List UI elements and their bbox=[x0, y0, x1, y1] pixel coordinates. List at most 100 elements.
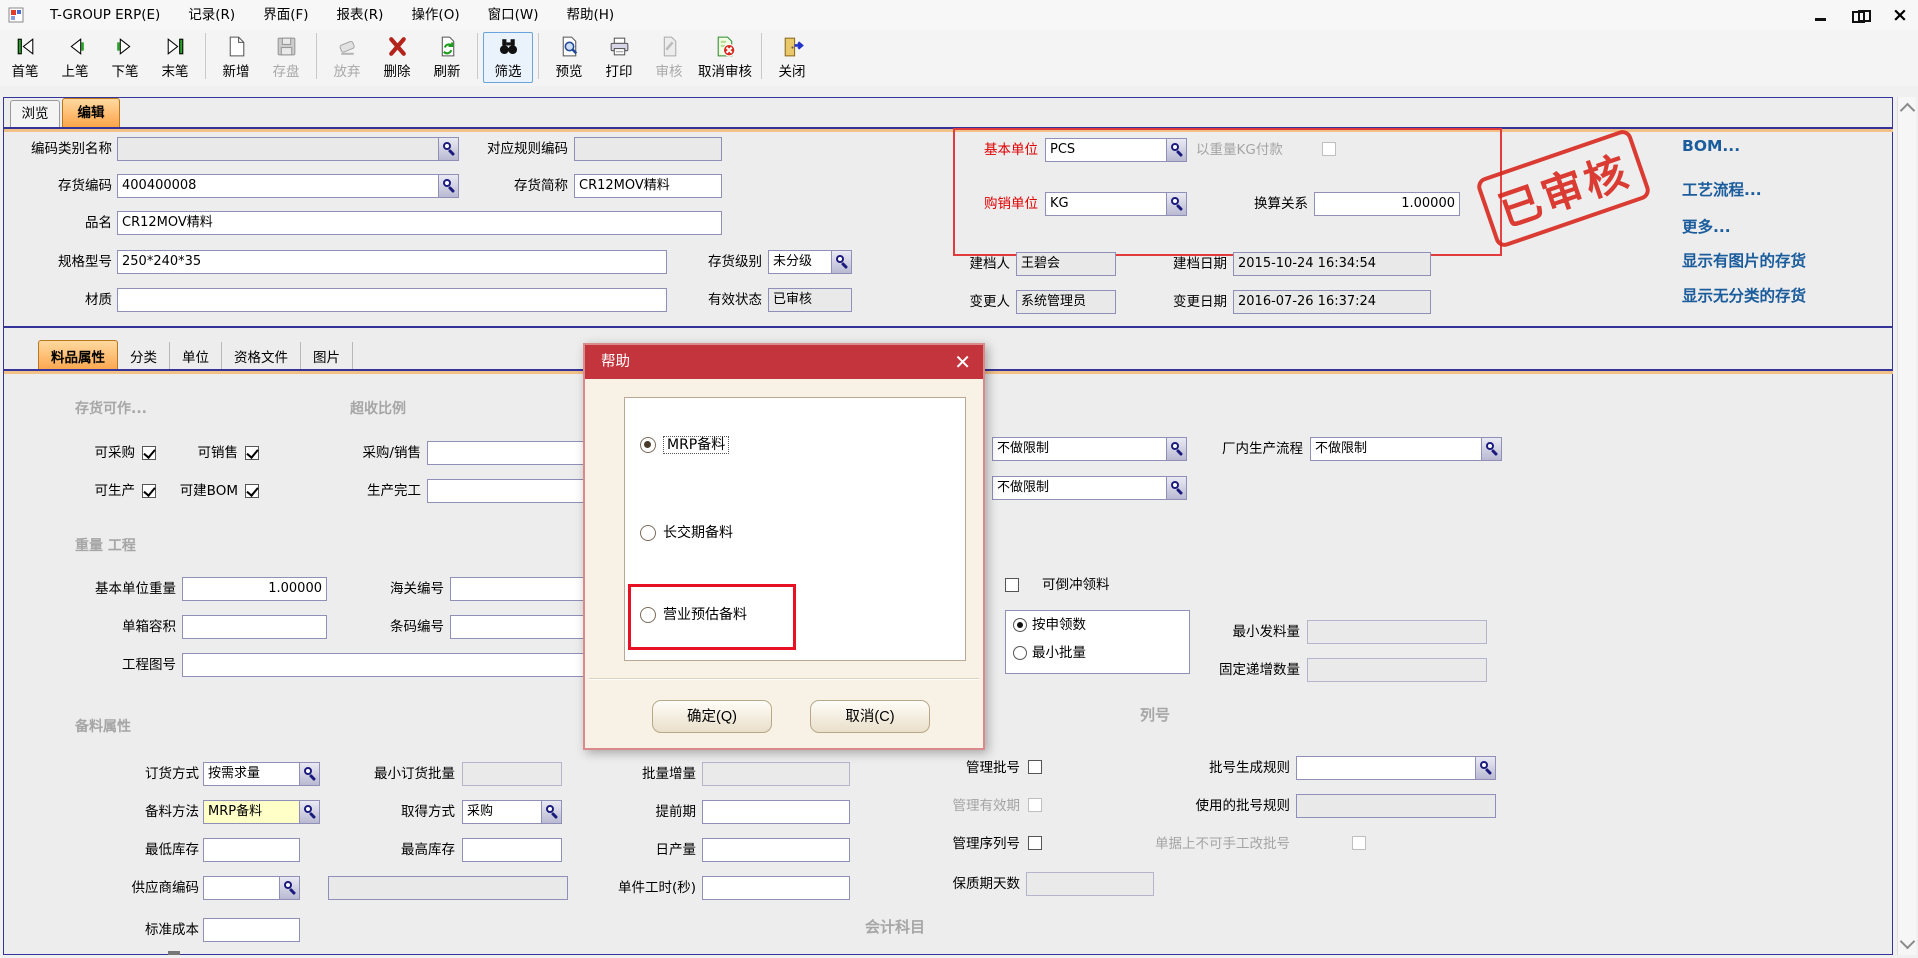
lookup-icon[interactable] bbox=[300, 800, 320, 824]
sellable-checkbox[interactable] bbox=[245, 446, 259, 460]
lookup-icon[interactable] bbox=[1167, 138, 1187, 162]
unit-hours-field[interactable] bbox=[702, 876, 850, 900]
spec-field[interactable]: 250*240*35 bbox=[117, 250, 667, 274]
inventory-level-field[interactable]: 未分级 bbox=[768, 250, 832, 274]
max-stock-field[interactable] bbox=[462, 838, 562, 862]
close-form-button[interactable]: 关闭 bbox=[767, 32, 817, 83]
link-process-flow[interactable]: 工艺流程... bbox=[1682, 178, 1762, 200]
stock-method-field[interactable]: MRP备料 bbox=[203, 800, 300, 824]
menu-window[interactable]: 窗口(W) bbox=[474, 0, 553, 30]
scroll-up-icon[interactable] bbox=[1900, 103, 1916, 119]
inventory-short-name-field[interactable]: CR12MOV精料 bbox=[574, 174, 722, 198]
lookup-icon[interactable] bbox=[832, 250, 852, 274]
lookup-icon[interactable] bbox=[1167, 476, 1187, 500]
print-button[interactable]: 打印 bbox=[594, 32, 644, 83]
manage-batch-checkbox[interactable] bbox=[1028, 760, 1042, 774]
last-record-button[interactable]: 末笔 bbox=[150, 32, 200, 83]
material-field[interactable] bbox=[117, 288, 667, 312]
production-finish-field[interactable] bbox=[427, 479, 592, 503]
lookup-icon[interactable] bbox=[1167, 437, 1187, 461]
box-volume-field[interactable] bbox=[182, 615, 327, 639]
prev-record-button[interactable]: 上笔 bbox=[50, 32, 100, 83]
menu-record[interactable]: 记录(R) bbox=[174, 0, 249, 30]
delete-button[interactable]: 删除 bbox=[372, 32, 422, 83]
drawing-no-field[interactable] bbox=[182, 653, 592, 677]
lookup-icon[interactable] bbox=[1482, 437, 1502, 461]
std-cost-field[interactable] bbox=[203, 918, 300, 942]
conversion-field[interactable]: 1.00000 bbox=[1314, 192, 1460, 216]
dialog-ok-button[interactable]: 确定(Q) bbox=[652, 700, 772, 733]
label-used-batch-rule: 使用的批号规则 bbox=[1170, 794, 1290, 818]
tab-classification[interactable]: 分类 bbox=[118, 342, 170, 370]
issue-by-request-radio[interactable] bbox=[1013, 618, 1027, 632]
menu-report[interactable]: 报表(R) bbox=[323, 0, 398, 30]
product-name-field[interactable]: CR12MOV精料 bbox=[117, 211, 722, 235]
lookup-icon[interactable] bbox=[300, 762, 320, 786]
refresh-button[interactable]: 刷新 bbox=[422, 32, 472, 83]
menu-interface[interactable]: 界面(F) bbox=[249, 0, 322, 30]
option-long-leadtime-radio[interactable] bbox=[640, 525, 656, 541]
base-unit-field[interactable]: PCS bbox=[1045, 138, 1167, 162]
purchase-sale-ratio-field[interactable] bbox=[427, 441, 592, 465]
restore-button[interactable] bbox=[1852, 7, 1868, 23]
batch-rule-field[interactable] bbox=[1296, 756, 1476, 780]
dialog-cancel-button[interactable]: 取消(C) bbox=[810, 700, 930, 733]
order-mode-field[interactable]: 按需求量 bbox=[203, 762, 300, 786]
preview-button[interactable]: 预览 bbox=[544, 32, 594, 83]
lookup-icon[interactable] bbox=[1476, 756, 1496, 780]
label-material: 材质 bbox=[52, 288, 112, 312]
lead-time-field[interactable] bbox=[702, 800, 850, 824]
restriction-field-1[interactable]: 不做限制 bbox=[992, 437, 1167, 461]
tab-browse[interactable]: 浏览 bbox=[10, 100, 60, 127]
tab-item-attributes[interactable]: 料品属性 bbox=[38, 340, 118, 371]
producible-checkbox[interactable] bbox=[142, 484, 156, 498]
daily-output-field[interactable] bbox=[702, 838, 850, 862]
lookup-icon[interactable] bbox=[280, 876, 300, 900]
link-more[interactable]: 更多... bbox=[1682, 215, 1731, 237]
backflush-checkbox[interactable] bbox=[1005, 578, 1019, 592]
menu-help[interactable]: 帮助(H) bbox=[553, 0, 629, 30]
lookup-icon[interactable] bbox=[439, 174, 459, 198]
lookup-icon[interactable] bbox=[439, 137, 459, 161]
issue-by-min-batch-radio[interactable] bbox=[1013, 646, 1027, 660]
base-unit-weight-field[interactable]: 1.00000 bbox=[182, 577, 327, 601]
tab-units[interactable]: 单位 bbox=[170, 342, 222, 370]
next-record-button[interactable]: 下笔 bbox=[100, 32, 150, 83]
option-mrp-radio[interactable] bbox=[640, 437, 656, 453]
barcode-field[interactable] bbox=[450, 615, 592, 639]
supplier-code-field[interactable] bbox=[203, 876, 280, 900]
min-stock-field[interactable] bbox=[203, 838, 300, 862]
purchasable-checkbox[interactable] bbox=[142, 446, 156, 460]
factory-flow-field[interactable]: 不做限制 bbox=[1310, 437, 1482, 461]
menu-operation[interactable]: 操作(O) bbox=[397, 0, 473, 30]
link-show-with-image[interactable]: 显示有图片的存货 bbox=[1682, 249, 1806, 271]
close-window-button[interactable]: × bbox=[1892, 7, 1908, 23]
filter-button[interactable]: 筛选 bbox=[483, 32, 533, 83]
link-bom[interactable]: BOM... bbox=[1682, 137, 1740, 155]
link-show-uncategorized[interactable]: 显示无分类的存货 bbox=[1682, 284, 1806, 306]
option-mrp-label[interactable]: MRP备料 bbox=[663, 435, 729, 455]
code-category-field[interactable] bbox=[117, 137, 439, 161]
obtain-mode-field[interactable]: 采购 bbox=[462, 800, 542, 824]
menu-tgroup-erp[interactable]: T-GROUP ERP(E) bbox=[36, 0, 174, 30]
lookup-icon[interactable] bbox=[542, 800, 562, 824]
minimize-button[interactable] bbox=[1812, 7, 1828, 23]
tab-qualification-files[interactable]: 资格文件 bbox=[222, 342, 301, 370]
customs-code-field[interactable] bbox=[450, 577, 592, 601]
option-long-leadtime-label[interactable]: 长交期备料 bbox=[663, 523, 733, 543]
lookup-icon[interactable] bbox=[1167, 192, 1187, 216]
inventory-code-field[interactable]: 400400008 bbox=[117, 174, 439, 198]
first-record-button[interactable]: 首笔 bbox=[0, 32, 50, 83]
bom-allowed-checkbox[interactable] bbox=[245, 484, 259, 498]
dialog-title-bar[interactable]: 帮助 ✕ bbox=[585, 345, 983, 379]
cancel-audit-button[interactable]: 取消审核 bbox=[694, 32, 756, 83]
manage-serial-checkbox[interactable] bbox=[1028, 836, 1042, 850]
scroll-down-icon[interactable] bbox=[1900, 934, 1916, 950]
restriction-field-2[interactable]: 不做限制 bbox=[992, 476, 1167, 500]
vertical-scrollbar[interactable] bbox=[1897, 97, 1916, 955]
tab-images[interactable]: 图片 bbox=[301, 342, 353, 370]
trade-unit-field[interactable]: KG bbox=[1045, 192, 1167, 216]
tab-edit[interactable]: 编辑 bbox=[62, 98, 120, 127]
dialog-close-icon[interactable]: ✕ bbox=[954, 351, 971, 373]
new-button[interactable]: 新增 bbox=[211, 32, 261, 83]
